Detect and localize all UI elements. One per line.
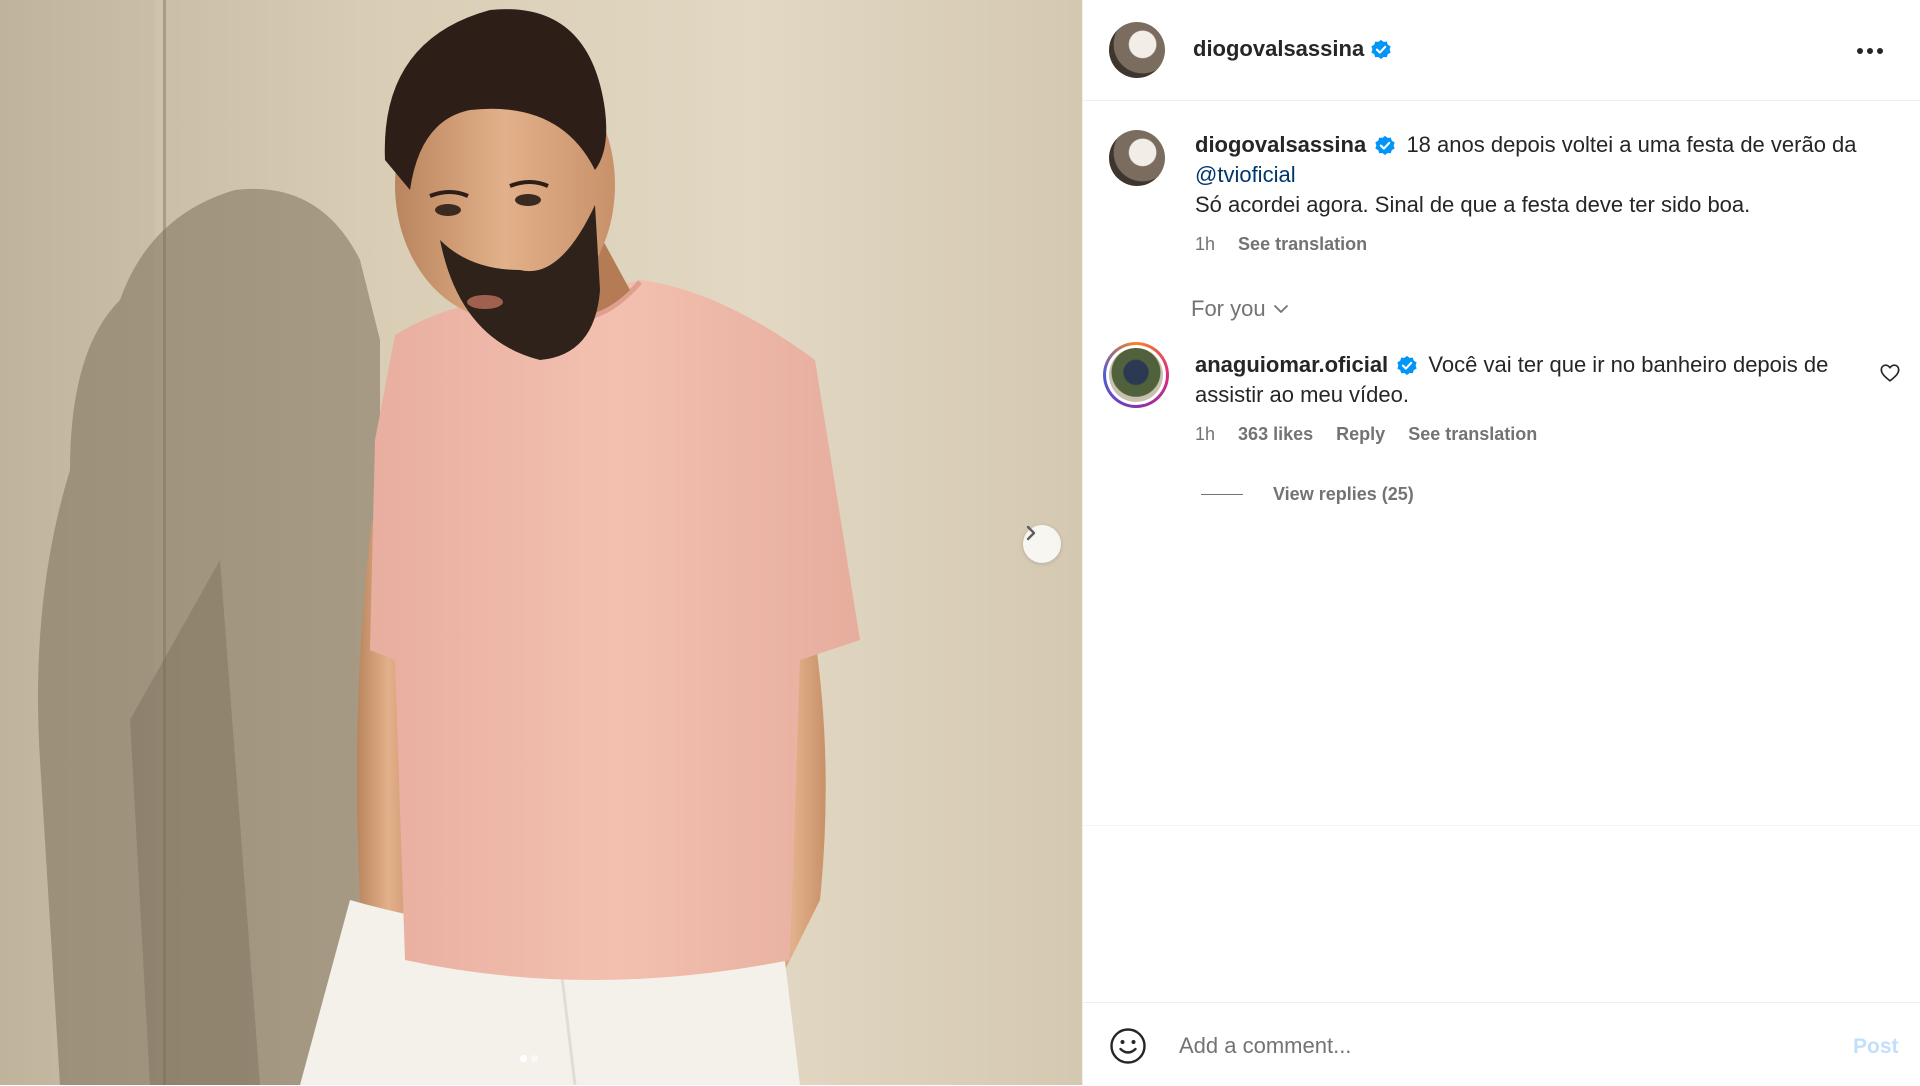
caption-mention-link[interactable]: @tvioficial (1195, 162, 1296, 187)
header-author: diogovalsassina (1193, 36, 1392, 62)
caption-author-avatar[interactable] (1109, 130, 1165, 186)
post-photo (0, 0, 1082, 1085)
view-replies-button[interactable]: View replies (25) (1201, 484, 1414, 505)
caption-username[interactable]: diogovalsassina (1195, 132, 1366, 157)
comment-text: anaguiomar.oficial Você vai ter que ir n… (1195, 350, 1855, 410)
carousel-dot (531, 1055, 538, 1062)
comments-sort-dropdown[interactable]: For you (1191, 296, 1290, 322)
verified-badge-icon (1371, 40, 1391, 60)
carousel-indicator (520, 1055, 538, 1062)
more-horizontal-icon[interactable] (1855, 36, 1885, 66)
chevron-down-icon (1273, 305, 1288, 313)
author-username[interactable]: diogovalsassina (1193, 36, 1364, 61)
comment-meta: 1h 363 likes Reply See translation (1195, 424, 1537, 445)
smiley-icon[interactable] (1109, 1027, 1147, 1065)
comment-input[interactable] (1177, 1023, 1801, 1069)
comment-reply-button[interactable]: Reply (1336, 424, 1385, 444)
comment-likes-count[interactable]: 363 likes (1238, 424, 1313, 444)
commenter-username[interactable]: anaguiomar.oficial (1195, 352, 1388, 377)
author-avatar[interactable] (1109, 22, 1165, 78)
view-replies-label: View replies (25) (1273, 484, 1414, 504)
post-side-panel: diogovalsassina diogovalsassina 18 anos … (1082, 0, 1920, 1085)
comment-time: 1h (1195, 424, 1216, 444)
carousel-dot-active (520, 1055, 527, 1062)
section-divider (1083, 825, 1920, 826)
carousel-next-button[interactable] (1023, 525, 1061, 563)
caption-text: diogovalsassina 18 anos depois voltei a … (1195, 130, 1885, 220)
caption-body-line1: 18 anos depois voltei a uma festa de ver… (1406, 132, 1857, 157)
caption-meta: 1h See translation (1195, 234, 1367, 255)
caption-body-line2: Só acordei agora. Sinal de que a festa d… (1195, 192, 1751, 217)
replies-divider-line (1201, 494, 1243, 495)
photo-illustration (0, 0, 1082, 1085)
caption-time: 1h (1195, 234, 1216, 254)
verified-badge-icon (1397, 356, 1417, 376)
verified-badge-icon (1375, 136, 1395, 156)
caption-see-translation[interactable]: See translation (1238, 234, 1367, 254)
post-comment-button[interactable]: Post (1853, 1035, 1899, 1059)
comment-composer: Post (1083, 1002, 1920, 1086)
commenter-avatar[interactable] (1103, 342, 1169, 408)
comment-see-translation[interactable]: See translation (1408, 424, 1537, 444)
post-header: diogovalsassina (1083, 0, 1920, 101)
heart-outline-icon[interactable] (1879, 362, 1901, 384)
comments-sort-label: For you (1191, 296, 1266, 321)
chevron-right-icon (1026, 525, 1036, 541)
